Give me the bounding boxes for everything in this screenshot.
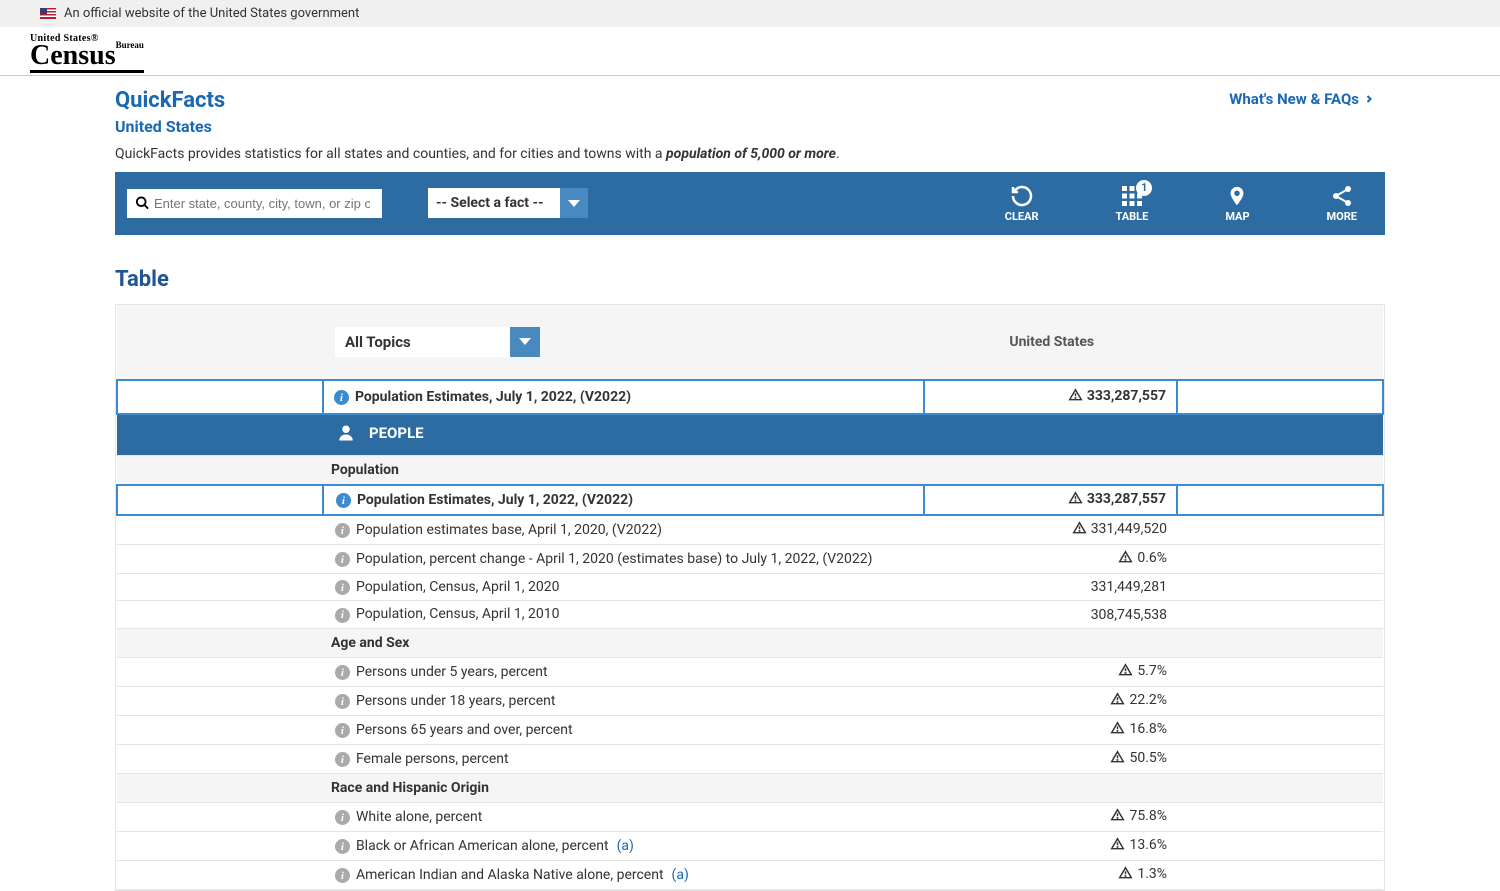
gov-banner: An official website of the United States… <box>0 0 1500 27</box>
table-row[interactable]: iPersons under 5 years, percent5.7% <box>117 657 1383 686</box>
info-icon[interactable]: i <box>335 580 350 595</box>
table-row[interactable]: iBlack or African American alone, percen… <box>117 831 1383 860</box>
fact-select[interactable]: -- Select a fact -- <box>427 187 589 219</box>
undo-icon <box>1010 184 1034 208</box>
site-header: United States® CensusBureau <box>0 27 1500 76</box>
category-banner: PEOPLE <box>323 414 1177 456</box>
table-row[interactable]: iPopulation estimates base, April 1, 202… <box>117 515 1383 545</box>
info-icon[interactable]: i <box>335 810 350 825</box>
page-description: QuickFacts provides statistics for all s… <box>115 146 1385 162</box>
geo-search[interactable] <box>127 189 382 218</box>
info-icon[interactable]: i <box>335 839 350 854</box>
data-table-wrap: All TopicsUnited StatesiPopulation Estim… <box>115 304 1385 891</box>
page-title: QuickFacts <box>115 88 1385 113</box>
info-icon[interactable]: i <box>335 752 350 767</box>
more-button[interactable]: MORE <box>1311 184 1373 223</box>
info-icon[interactable]: i <box>334 390 349 405</box>
info-icon[interactable]: i <box>335 523 350 538</box>
chevron-right-icon <box>1363 93 1375 105</box>
search-icon <box>135 195 150 211</box>
whats-new-link[interactable]: What's New & FAQs <box>1229 90 1375 108</box>
table-row[interactable]: iPopulation, Census, April 1, 2020331,44… <box>117 573 1383 601</box>
info-icon[interactable]: i <box>335 608 350 623</box>
chevron-down-icon <box>510 327 540 357</box>
geo-search-input[interactable] <box>150 193 374 214</box>
warning-icon[interactable] <box>1118 550 1133 568</box>
table-row[interactable]: iPopulation, Census, April 1, 2010308,74… <box>117 601 1383 629</box>
us-flag-icon <box>40 8 56 19</box>
chevron-down-icon <box>560 188 588 218</box>
warning-icon[interactable] <box>1110 692 1125 710</box>
gov-banner-text: An official website of the United States… <box>64 6 359 21</box>
logo-small: United States® <box>30 33 1470 44</box>
warning-icon[interactable] <box>1110 750 1125 768</box>
more-label: MORE <box>1327 210 1357 223</box>
section-title: Table <box>115 267 1385 292</box>
table-label: TABLE <box>1116 210 1149 223</box>
map-pin-icon <box>1225 184 1249 208</box>
warning-icon[interactable] <box>1072 521 1087 539</box>
logo-bureau: Bureau <box>116 42 144 50</box>
info-icon[interactable]: i <box>335 694 350 709</box>
info-icon[interactable]: i <box>336 493 351 508</box>
table-row[interactable]: iPopulation Estimates, July 1, 2022, (V2… <box>117 485 1383 515</box>
clear-label: CLEAR <box>1005 210 1039 223</box>
footnote-link[interactable]: (a) <box>617 838 634 854</box>
warning-icon[interactable] <box>1068 491 1083 509</box>
page-header: What's New & FAQs QuickFacts United Stat… <box>115 76 1385 172</box>
map-label: MAP <box>1225 210 1249 223</box>
logo-big: Census <box>30 40 116 71</box>
share-icon <box>1330 184 1354 208</box>
warning-icon[interactable] <box>1118 663 1133 681</box>
map-button[interactable]: MAP <box>1209 184 1265 223</box>
table-button[interactable]: 1 TABLE <box>1100 184 1165 223</box>
table-row[interactable]: iFemale persons, percent50.5% <box>117 744 1383 773</box>
info-icon[interactable]: i <box>335 552 350 567</box>
group-heading: Race and Hispanic Origin <box>323 773 1177 802</box>
footnote-link[interactable]: (a) <box>672 867 689 883</box>
clear-button[interactable]: CLEAR <box>989 184 1055 223</box>
table-row[interactable]: iPersons under 18 years, percent22.2% <box>117 686 1383 715</box>
toolbar: -- Select a fact -- CLEAR 1 TABLE MAP <box>115 172 1385 235</box>
data-table: All TopicsUnited StatesiPopulation Estim… <box>116 305 1384 890</box>
table-row[interactable]: iAmerican Indian and Alaska Native alone… <box>117 860 1383 889</box>
warning-icon[interactable] <box>1110 808 1125 826</box>
info-icon[interactable]: i <box>335 868 350 883</box>
warning-icon[interactable] <box>1068 388 1083 406</box>
table-badge: 1 <box>1136 180 1152 196</box>
page-subtitle: United States <box>115 117 1385 136</box>
fact-select-label: -- Select a fact -- <box>428 190 560 216</box>
topics-select[interactable]: All Topics <box>335 327 540 357</box>
person-icon <box>337 423 355 443</box>
table-row[interactable]: iWhite alone, percent75.8% <box>117 802 1383 831</box>
warning-icon[interactable] <box>1110 721 1125 739</box>
table-row[interactable]: iPopulation, percent change - April 1, 2… <box>117 544 1383 573</box>
warning-icon[interactable] <box>1118 866 1133 884</box>
whats-new-label: What's New & FAQs <box>1229 90 1359 108</box>
geo-column-header[interactable]: United States <box>924 305 1177 380</box>
group-heading: Age and Sex <box>323 628 1177 657</box>
warning-icon[interactable] <box>1110 837 1125 855</box>
info-icon[interactable]: i <box>335 723 350 738</box>
table-row[interactable]: iPersons 65 years and over, percent16.8% <box>117 715 1383 744</box>
featured-row[interactable]: iPopulation Estimates, July 1, 2022, (V2… <box>117 380 1383 414</box>
group-heading: Population <box>323 455 1177 485</box>
census-logo[interactable]: United States® CensusBureau <box>30 33 1470 73</box>
info-icon[interactable]: i <box>335 665 350 680</box>
